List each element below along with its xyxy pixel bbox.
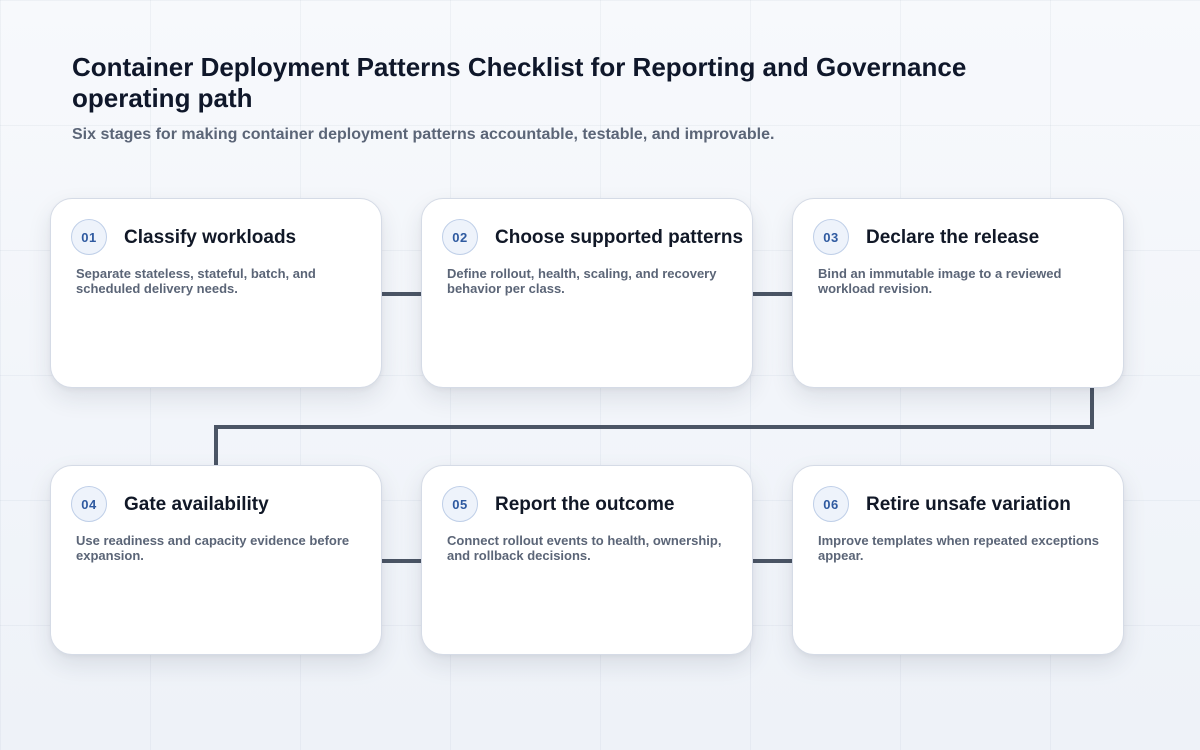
- stage-number-badge: 03: [813, 219, 849, 255]
- stage-title: Report the outcome: [495, 494, 675, 515]
- connector-03-04: [214, 388, 1094, 465]
- stage-card-03: 03 Declare the release Bind an immutable…: [792, 198, 1124, 388]
- stage-number-badge: 02: [442, 219, 478, 255]
- stage-description: Bind an immutable image to a reviewed wo…: [818, 266, 1062, 296]
- stage-card-05: 05 Report the outcome Connect rollout ev…: [421, 465, 753, 655]
- stage-card-01: 01 Classify workloads Separate stateless…: [50, 198, 382, 388]
- stage-card-06: 06 Retire unsafe variation Improve templ…: [792, 465, 1124, 655]
- stage-title: Choose supported patterns: [495, 227, 744, 248]
- stage-card-02: 02 Choose supported patterns Define roll…: [421, 198, 753, 388]
- stage-title: Gate availability: [124, 494, 269, 515]
- stage-description: Use readiness and capacity evidence befo…: [76, 533, 350, 563]
- stage-number-badge: 04: [71, 486, 107, 522]
- stage-card-04: 04 Gate availability Use readiness and c…: [50, 465, 382, 655]
- stage-number-badge: 05: [442, 486, 478, 522]
- page-title: Container Deployment Patterns Checklist …: [72, 52, 967, 113]
- stage-number-badge: 01: [71, 219, 107, 255]
- stage-number-badge: 06: [813, 486, 849, 522]
- stage-description: Define rollout, health, scaling, and rec…: [447, 266, 717, 296]
- stage-description: Separate stateless, stateful, batch, and…: [76, 266, 316, 296]
- stage-description: Connect rollout events to health, owners…: [447, 533, 722, 563]
- stage-title: Retire unsafe variation: [866, 494, 1071, 515]
- stage-title: Classify workloads: [124, 227, 297, 248]
- stage-title: Declare the release: [866, 227, 1040, 248]
- page-subtitle: Six stages for making container deployme…: [72, 126, 775, 143]
- stage-description: Improve templates when repeated exceptio…: [818, 533, 1100, 563]
